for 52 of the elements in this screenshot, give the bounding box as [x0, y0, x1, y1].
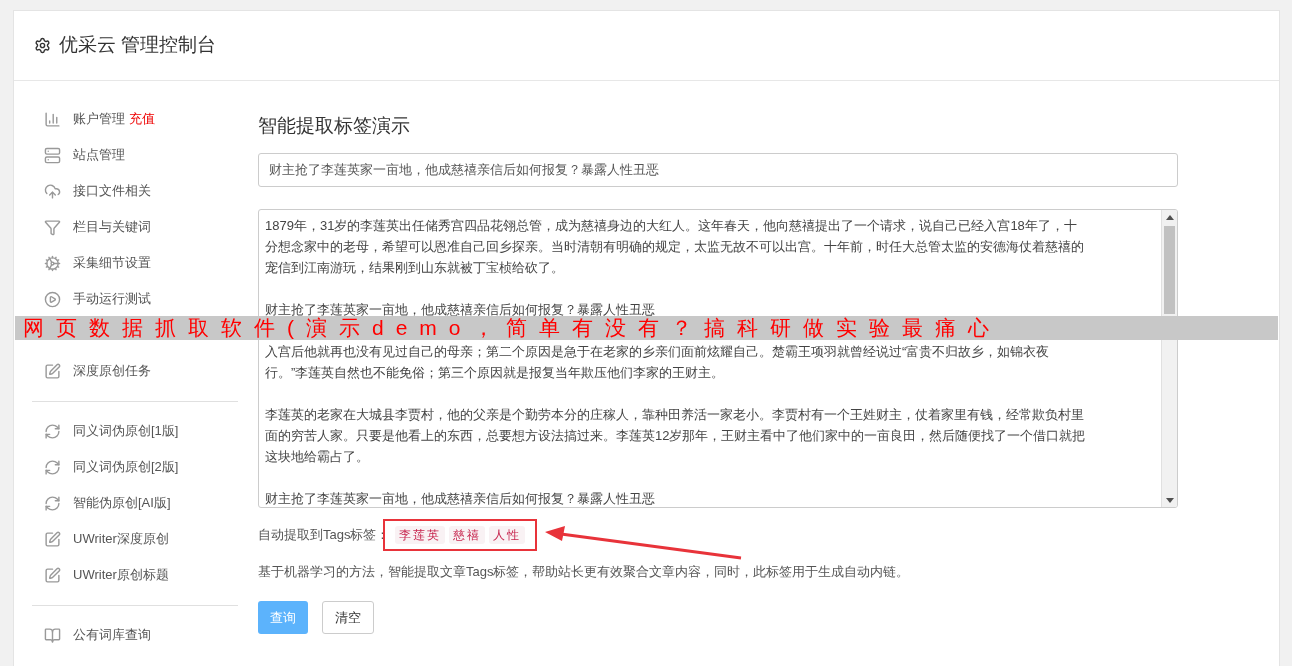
scroll-down-icon[interactable]: [1166, 497, 1174, 503]
article-line: 分想念家中的老母，希望可以恩准自己回乡探亲。当时清朝有明确的规定，太监无故不可以出宫。十年前，时任大总管太监的安德海仗着慈禧的: [265, 237, 1084, 256]
tag: 人性: [489, 525, 526, 544]
refresh-icon: [44, 494, 61, 512]
gears-icon: [44, 254, 61, 272]
sidebar-item[interactable]: 深度原创任务: [73, 361, 151, 381]
recharge-link[interactable]: 充值: [129, 109, 155, 129]
article-line: 宠信到江南游玩，结果刚到山东就被丁宝桢给砍了。: [265, 258, 564, 277]
cloud-upload-icon: [44, 182, 61, 200]
book-icon: [44, 626, 61, 644]
server-icon: [44, 146, 61, 164]
title-field[interactable]: 财主抢了李莲英家一亩地，他成慈禧亲信后如何报复？暴露人性丑恶: [258, 152, 1178, 187]
description-text: 基于机器学习的方法，智能提取文章Tags标签，帮助站长更有效聚合文章内容，同时，此标签用于生成自动内链。: [258, 562, 910, 581]
sidebar-item[interactable]: 公有词库查询: [73, 625, 151, 645]
sidebar-item[interactable]: 采集细节设置: [73, 253, 151, 273]
sidebar-item[interactable]: 账户管理: [73, 109, 125, 129]
play-icon: [44, 290, 61, 308]
sidebar-item[interactable]: 站点管理: [73, 145, 125, 165]
sidebar-item[interactable]: UWriter深度原创: [73, 529, 169, 549]
article-line: 这块地给霸占了。: [265, 447, 369, 466]
bar-chart-icon: [44, 110, 61, 128]
sidebar-item[interactable]: 同义词伪原创[1版]: [73, 421, 179, 441]
article-line: 财主抢了李莲英家一亩地，他成慈禧亲信后如何报复？暴露人性丑恶: [265, 300, 655, 317]
article-line: 入宫后他就再也没有见过自己的母亲；第二个原因是急于在老家的乡亲们面前炫耀自己。楚霸王项羽就曾经说过“富贵不归故乡，如锦衣夜: [265, 342, 1050, 361]
filter-icon: [44, 218, 61, 236]
article-line: 面的穷苦人家。只要是他看上的东西，总要想方设法搞过来。李莲英12岁那年，王财主看中了他们家中的一亩良田，然后随便找了一个借口就把: [265, 426, 1086, 445]
page-heading: 智能提取标签演示: [258, 114, 411, 138]
caption-banner: 网页数据抓取软件(演示demo，简单有没有？搞科研做实验最痛心: [15, 316, 1278, 340]
console-title: 优采云 管理控制台: [59, 33, 217, 58]
article-line: 财主抢了李莲英家一亩地，他成慈禧亲信后如何报复？暴露人性丑恶: [265, 489, 655, 507]
edit-icon: [44, 566, 61, 584]
tag: 李莲英: [395, 525, 446, 544]
sidebar-item[interactable]: UWriter原创标题: [73, 565, 169, 585]
tag: 慈禧: [449, 525, 486, 544]
refresh-icon: [44, 422, 61, 440]
article-line: 行。”李莲英自然也不能免俗；第三个原因就是报复当年欺压他们李家的王财主。: [265, 363, 725, 382]
edit-icon: [44, 362, 61, 380]
settings-icon: [34, 37, 51, 54]
sidebar-item[interactable]: 手动运行测试: [73, 289, 151, 309]
scroll-up-icon[interactable]: [1165, 215, 1174, 220]
tags-label: 自动提取到Tags标签：: [258, 525, 390, 544]
sidebar-item[interactable]: 接口文件相关: [73, 181, 151, 201]
article-line: 1879年，31岁的李莲英出任储秀宫四品花翎总管，成为慈禧身边的大红人。这年春天，他向慈禧提出了一个请求，说自己已经入宫18年了，十: [265, 216, 1077, 235]
clear-button[interactable]: 清空: [322, 601, 374, 634]
sidebar-item[interactable]: 智能伪原创[AI版]: [73, 493, 171, 513]
article-line: 李莲英的老家在大城县李贾村，他的父亲是个勤劳本分的庄稼人，靠种田养活一家老小。李贾村有一个王姓财主，仗着家里有钱，经常欺负村里: [265, 405, 1084, 424]
sidebar-item[interactable]: 栏目与关键词: [73, 217, 151, 237]
sidebar-item[interactable]: 同义词伪原创[2版]: [73, 457, 179, 477]
edit-icon: [44, 530, 61, 548]
scroll-thumb[interactable]: [1164, 225, 1175, 314]
refresh-icon: [44, 458, 61, 476]
scrollbar[interactable]: [1161, 209, 1177, 507]
